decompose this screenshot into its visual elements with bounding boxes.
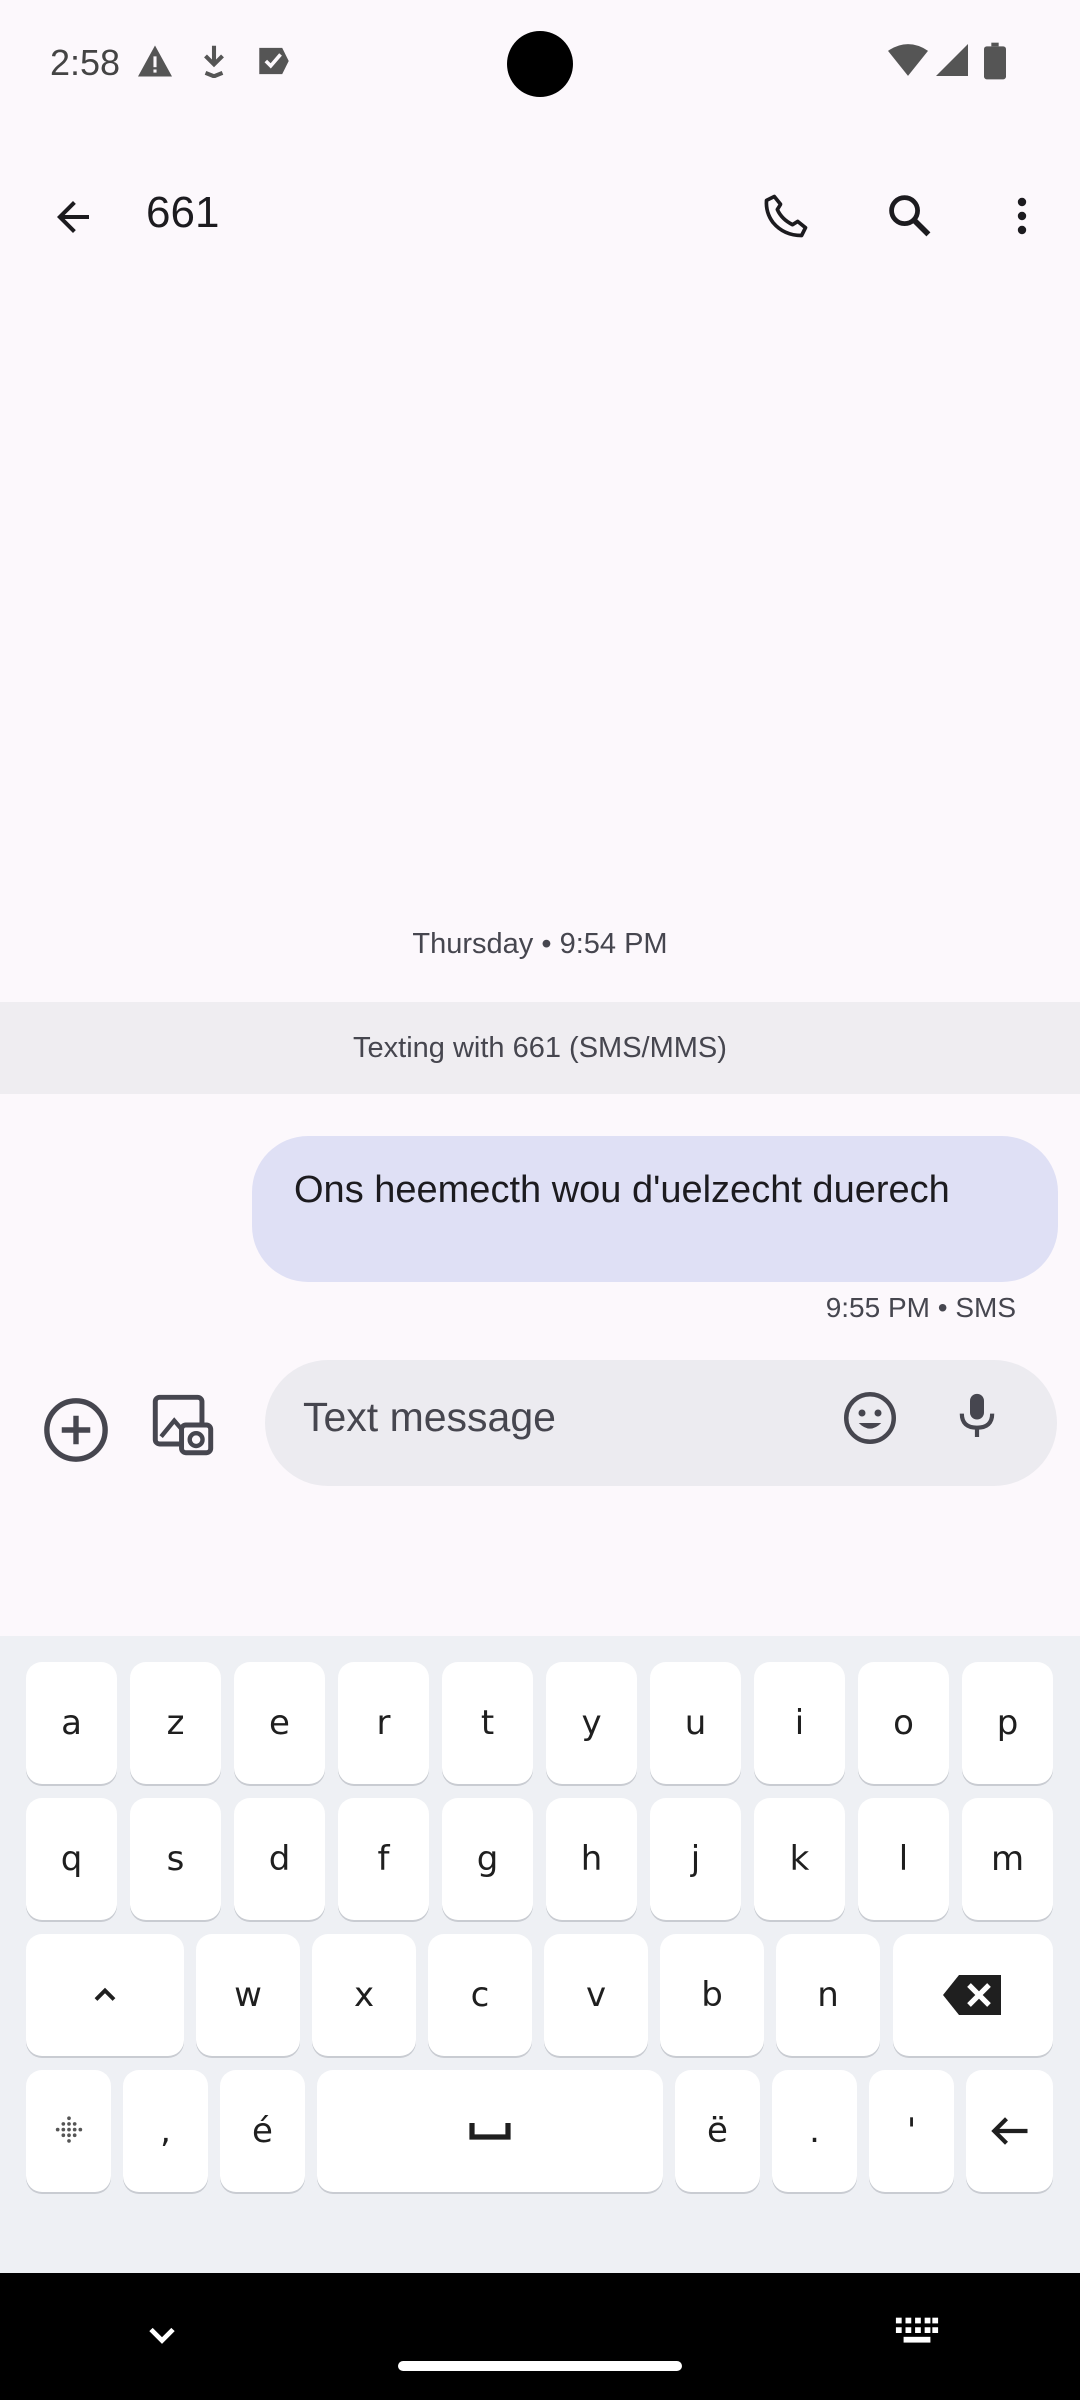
- backspace-icon: [943, 1975, 1001, 2015]
- backspace-key[interactable]: [893, 1934, 1053, 2056]
- sms-info-banner: Texting with 661 (SMS/MMS): [0, 1002, 1080, 1094]
- wifi-icon: [888, 44, 928, 76]
- gallery-button[interactable]: [148, 1390, 224, 1466]
- arrow-enter-icon: [990, 2117, 1027, 2145]
- key[interactable]: y: [546, 1662, 637, 1784]
- key[interactable]: j: [650, 1798, 741, 1920]
- gallery-icon: [152, 1394, 214, 1456]
- key[interactable]: n: [776, 1934, 880, 2056]
- key[interactable]: i: [754, 1662, 845, 1784]
- keyboard-icon: [895, 2317, 939, 2343]
- home-handle[interactable]: [398, 2361, 682, 2371]
- key[interactable]: r: [338, 1662, 429, 1784]
- switch-keyboard-button[interactable]: [894, 2313, 940, 2353]
- message-bubble-outgoing[interactable]: Ons heemecth wou d'uelzecht duerech: [252, 1136, 1058, 1282]
- chevron-down-icon: [149, 2327, 175, 2344]
- message-input[interactable]: Text message: [303, 1394, 556, 1441]
- key[interactable]: é: [220, 2070, 305, 2192]
- shift-key[interactable]: [26, 1934, 184, 2056]
- key[interactable]: p: [962, 1662, 1053, 1784]
- key[interactable]: .: [772, 2070, 857, 2192]
- key[interactable]: b: [660, 1934, 764, 2056]
- key[interactable]: ,: [123, 2070, 208, 2192]
- key[interactable]: w: [196, 1934, 300, 2056]
- key[interactable]: z: [130, 1662, 221, 1784]
- hide-keyboard-button[interactable]: [140, 2313, 184, 2357]
- on-screen-keyboard: a z e r t y u i o p q s d f g h j k l m …: [0, 1636, 1080, 2273]
- shift-icon: [94, 1987, 116, 2001]
- download-icon: [200, 44, 228, 78]
- arrow-back-icon: [57, 201, 89, 233]
- back-button[interactable]: [38, 182, 108, 252]
- key[interactable]: h: [546, 1798, 637, 1920]
- dots-grid-icon: [55, 2116, 82, 2143]
- more-options-button[interactable]: [984, 178, 1060, 254]
- key[interactable]: q: [26, 1798, 117, 1920]
- signal-icon: [936, 44, 968, 76]
- voice-input-button[interactable]: [949, 1388, 1019, 1458]
- status-bar: 2:58: [0, 0, 1080, 130]
- key[interactable]: a: [26, 1662, 117, 1784]
- key[interactable]: x: [312, 1934, 416, 2056]
- more-vert-icon: [1017, 197, 1027, 235]
- conversation-title: 661: [146, 188, 220, 237]
- key[interactable]: v: [544, 1934, 648, 2056]
- camera-cutout: [507, 31, 573, 97]
- space-bar-icon: [469, 2123, 511, 2140]
- warning-icon: [136, 44, 174, 78]
- key[interactable]: l: [858, 1798, 949, 1920]
- battery-icon: [984, 42, 1006, 80]
- key[interactable]: d: [234, 1798, 325, 1920]
- conversation-timestamp: Thursday • 9:54 PM: [412, 928, 668, 960]
- compose-field[interactable]: Text message: [265, 1360, 1057, 1486]
- key[interactable]: ': [869, 2070, 954, 2192]
- key[interactable]: g: [442, 1798, 533, 1920]
- key[interactable]: c: [428, 1934, 532, 2056]
- key[interactable]: ë: [675, 2070, 760, 2192]
- task-check-icon: [256, 44, 292, 78]
- call-button[interactable]: [748, 178, 824, 254]
- phone-icon: [764, 194, 808, 238]
- compose-bar: Text message: [0, 1346, 1080, 1506]
- symbols-key[interactable]: [26, 2070, 111, 2192]
- key[interactable]: e: [234, 1662, 325, 1784]
- add-circle-icon: [44, 1398, 108, 1462]
- key[interactable]: m: [962, 1798, 1053, 1920]
- key[interactable]: f: [338, 1798, 429, 1920]
- key[interactable]: s: [130, 1798, 221, 1920]
- top-app-bar: 661: [0, 150, 1080, 280]
- key[interactable]: t: [442, 1662, 533, 1784]
- banner-text: Texting with 661 (SMS/MMS): [353, 1031, 727, 1064]
- navigation-bar: [0, 2273, 1080, 2400]
- key[interactable]: k: [754, 1798, 845, 1920]
- enter-key[interactable]: [966, 2070, 1053, 2192]
- status-time: 2:58: [50, 42, 121, 83]
- key[interactable]: o: [858, 1662, 949, 1784]
- key[interactable]: u: [650, 1662, 741, 1784]
- microphone-icon: [959, 1393, 995, 1437]
- search-icon: [889, 195, 931, 237]
- space-key[interactable]: [317, 2070, 663, 2192]
- emoji-button[interactable]: [840, 1388, 910, 1458]
- message-meta: 9:55 PM • SMS: [825, 1292, 1016, 1323]
- emoji-icon: [844, 1392, 896, 1444]
- search-button[interactable]: [872, 178, 948, 254]
- message-text: Ons heemecth wou d'uelzecht duerech: [294, 1169, 950, 1211]
- add-attachment-button[interactable]: [38, 1392, 114, 1468]
